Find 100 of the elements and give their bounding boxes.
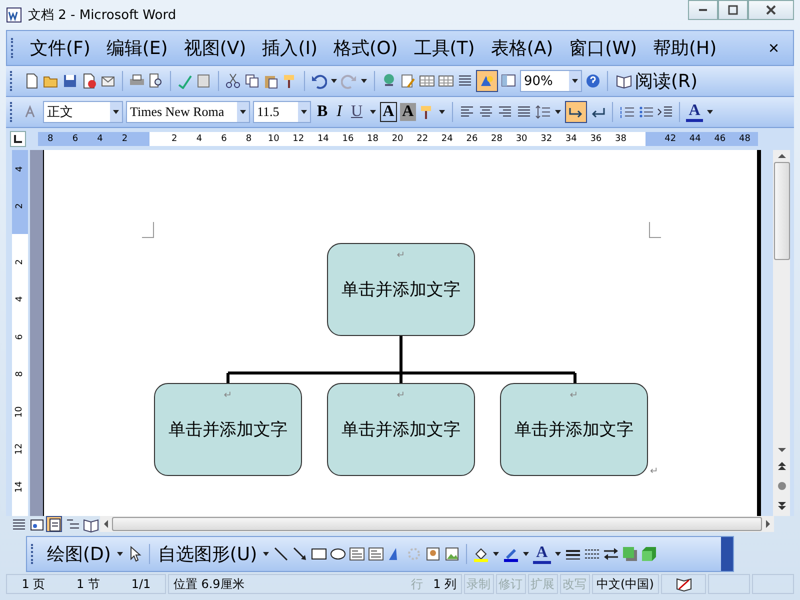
status-panel (752, 574, 794, 594)
menu-item[interactable]: 窗口(W) (561, 36, 646, 60)
close-document-button[interactable]: × (762, 36, 785, 60)
style-field[interactable]: 正文 (43, 101, 123, 123)
paste-icon[interactable] (263, 73, 279, 89)
save-icon[interactable] (62, 73, 78, 89)
ruler-number: 14 (316, 133, 330, 146)
page-count: 1/1 (131, 577, 151, 591)
undo-icon[interactable] (311, 73, 327, 89)
ruler-number: 48 (738, 133, 752, 146)
diagram-node[interactable]: ↵ 单击并添加文字 (327, 243, 475, 336)
zoom-field[interactable]: 90% (520, 70, 582, 92)
vertical-scrollbar[interactable] (773, 150, 790, 516)
scroll-thumb[interactable] (774, 162, 790, 260)
ruler-number: 32 (540, 133, 554, 146)
line-color-icon[interactable] (503, 546, 520, 562)
oval-icon[interactable] (330, 546, 346, 562)
menu-item[interactable]: 工具(T) (406, 36, 483, 60)
arrow-style-icon[interactable] (602, 546, 619, 562)
section-number: 1 节 (76, 576, 100, 592)
help-icon[interactable] (585, 73, 601, 89)
menu-item[interactable]: 视图(V) (176, 36, 254, 60)
3d-icon[interactable] (640, 546, 657, 562)
ruler-number: 2 (170, 133, 178, 146)
ruler-number: 4 (195, 133, 204, 146)
pencil-icon[interactable] (400, 73, 416, 89)
menu-item[interactable]: 帮助(H) (645, 36, 725, 60)
menu-item[interactable]: 文件(F) (22, 36, 98, 60)
new-document-icon[interactable] (24, 73, 40, 89)
diagram-node[interactable]: ↵ 单击并添加文字 (500, 383, 648, 476)
rectangle-icon[interactable] (311, 546, 328, 562)
font-color-button[interactable]: A (533, 544, 551, 564)
book-icon[interactable] (616, 73, 632, 89)
column-number: 1 列 (433, 576, 457, 592)
vertical-text-box-icon[interactable] (368, 546, 384, 562)
ruler-number: 8 (15, 371, 25, 378)
underline-button[interactable]: U (348, 103, 366, 121)
diagram-node[interactable]: ↵ 单击并添加文字 (154, 383, 302, 476)
picture-icon[interactable] (444, 546, 460, 562)
print-preview-icon[interactable] (148, 73, 164, 89)
ruler-number: 24 (440, 133, 454, 146)
numbering-icon[interactable] (618, 104, 635, 120)
ruler-number: 14 (15, 481, 25, 492)
cursor-position: 位置 6.9厘米 (173, 576, 244, 592)
ruler-number: 22 (416, 133, 430, 146)
menu-item[interactable]: 编辑(E) (98, 36, 176, 60)
character-shading-button[interactable]: A (400, 103, 416, 121)
scroll-thumb[interactable] (112, 517, 762, 531)
cut-icon[interactable] (225, 73, 241, 89)
left-tab-icon (13, 134, 23, 144)
ruler-number: 6 (71, 133, 80, 146)
ruler-number: 44 (688, 133, 702, 146)
ruler-number: 2 (120, 133, 129, 146)
paragraph-mark: ↵ (650, 466, 658, 477)
copy-icon[interactable] (244, 73, 260, 89)
line-spacing-icon[interactable] (534, 104, 551, 120)
diagram-node[interactable]: ↵ 单击并添加文字 (327, 383, 475, 476)
tab-selector[interactable] (10, 131, 26, 147)
language-indicator: 中文(中国) (592, 574, 659, 594)
ruler-number: 4 (15, 166, 25, 172)
italic-button[interactable]: I (334, 103, 345, 121)
line-icon[interactable] (273, 546, 290, 562)
maximize-button[interactable] (718, 0, 748, 20)
fill-color-icon[interactable] (473, 546, 490, 562)
ruler-number: 4 (96, 133, 104, 146)
ruler-number: 12 (15, 444, 25, 455)
ruler-number: 8 (244, 133, 253, 146)
permission-icon[interactable] (81, 73, 97, 89)
horizontal-scrollbar[interactable] (100, 516, 774, 532)
font-size-field[interactable]: 11.5 (253, 101, 311, 123)
ruler-number: 38 (614, 133, 628, 146)
ruler-number: 2 (15, 258, 25, 265)
close-button[interactable] (748, 0, 794, 20)
font-field[interactable]: Times New Roma (126, 101, 250, 123)
text-box-icon[interactable] (349, 546, 366, 562)
line-label: 行 (411, 576, 424, 592)
ruler-number: 28 (490, 133, 504, 146)
arrow-icon[interactable] (292, 546, 308, 562)
spreadsheet-icon[interactable] (438, 73, 454, 89)
minimize-button[interactable] (688, 0, 718, 20)
ruler-number: 8 (46, 133, 54, 146)
menu-item[interactable]: 插入(I) (254, 36, 326, 60)
document-map-icon[interactable] (501, 73, 517, 89)
maximize-icon (726, 3, 740, 17)
spelling-status-icon[interactable] (676, 576, 692, 592)
crop-mark (142, 222, 154, 238)
menu-item[interactable]: 表格(A) (482, 36, 562, 60)
ruler-number: 46 (713, 133, 727, 146)
read-button[interactable]: 阅读(R) (614, 69, 700, 93)
draw-menu[interactable]: 绘图(D) (45, 542, 113, 566)
font-color-button[interactable]: A (686, 102, 704, 122)
clip-art-icon[interactable] (425, 546, 442, 562)
bold-button[interactable]: B (314, 103, 331, 121)
autoshapes-menu[interactable]: 自选图形(U) (156, 542, 260, 566)
menu-item[interactable]: 格式(O) (326, 36, 406, 60)
ruler-number: 34 (564, 133, 578, 146)
table-icon[interactable] (419, 73, 435, 89)
character-border-button[interactable]: A (380, 102, 398, 122)
bullets-icon[interactable] (638, 104, 654, 120)
ruler-number: 6 (220, 133, 228, 146)
